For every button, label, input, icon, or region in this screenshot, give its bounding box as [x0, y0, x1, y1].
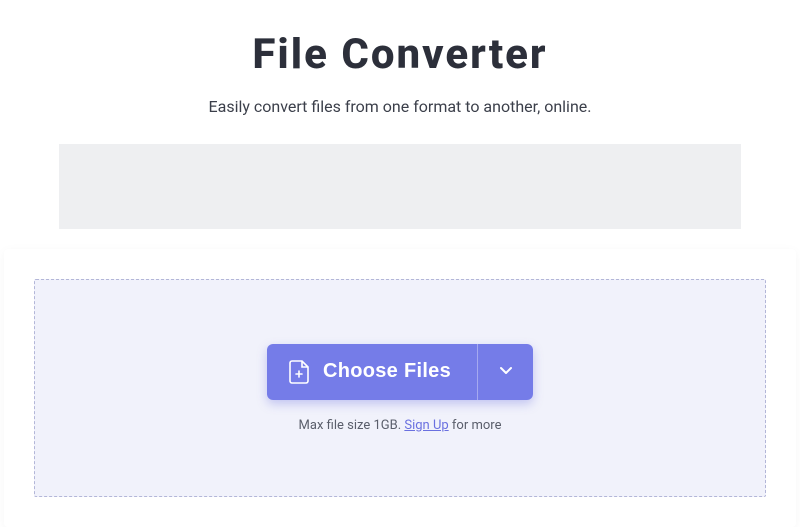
- file-add-icon: [289, 360, 309, 384]
- chevron-down-icon: [498, 362, 514, 381]
- hint-prefix: Max file size 1GB.: [299, 418, 405, 433]
- upload-card: Choose Files Max file size 1GB. Sign Up …: [4, 249, 796, 527]
- upload-hint: Max file size 1GB. Sign Up for more: [299, 418, 502, 433]
- page-subtitle: Easily convert files from one format to …: [209, 97, 592, 116]
- ad-placeholder: [59, 144, 741, 229]
- choose-files-button[interactable]: Choose Files: [267, 344, 477, 400]
- choose-files-label: Choose Files: [323, 360, 451, 383]
- dropzone[interactable]: Choose Files Max file size 1GB. Sign Up …: [34, 279, 766, 497]
- page-title: File Converter: [252, 30, 547, 79]
- hint-suffix: for more: [449, 418, 502, 433]
- choose-files-group: Choose Files: [267, 344, 533, 400]
- signup-link[interactable]: Sign Up: [404, 418, 448, 433]
- choose-files-dropdown-button[interactable]: [477, 344, 533, 400]
